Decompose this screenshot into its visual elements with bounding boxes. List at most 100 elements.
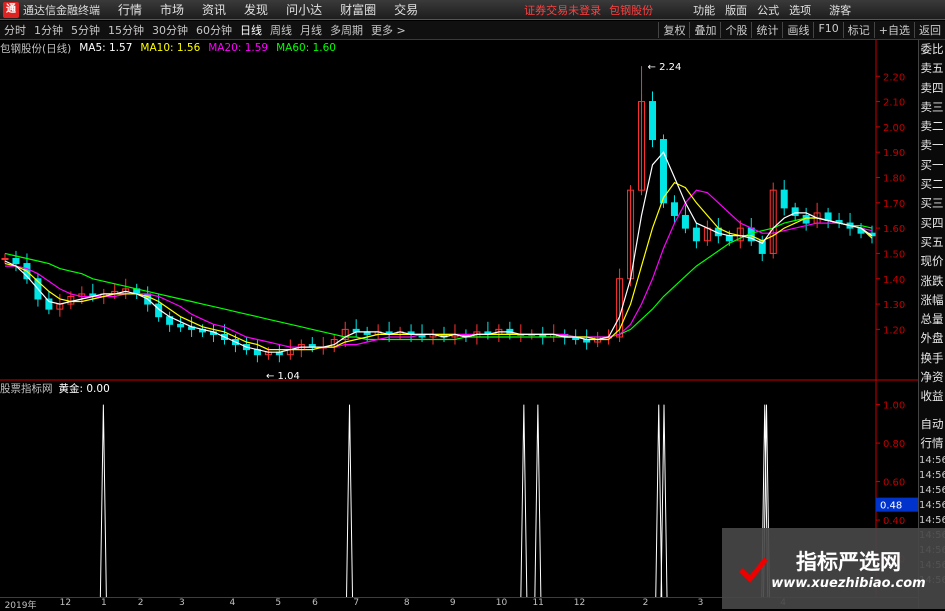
candle (824, 212, 832, 222)
adjust-button[interactable]: 复权 (658, 22, 689, 38)
period-more[interactable]: 更多 > (367, 22, 410, 38)
y-tick-label: 1.80 (883, 174, 905, 185)
period-multi[interactable]: 多周期 (326, 22, 367, 38)
menu-options[interactable]: 选项 (789, 2, 811, 18)
menu-layout[interactable]: 版面 (725, 2, 747, 18)
menu-market[interactable]: 市场 (160, 1, 184, 18)
menu-functions[interactable]: 功能 (693, 2, 715, 18)
candle (780, 189, 788, 209)
stock-button[interactable]: 个股 (720, 22, 751, 38)
ind-y-tick-label: 1.00 (883, 401, 905, 412)
menu-trade[interactable]: 交易 (394, 1, 418, 18)
watermark-check-icon (739, 557, 768, 583)
y-tick-label: 1.20 (883, 325, 905, 336)
overlay-button[interactable]: 叠加 (689, 22, 720, 38)
y-tick-label: 2.20 (883, 72, 905, 83)
ma5-line (4, 151, 873, 353)
menu-news[interactable]: 资讯 (202, 1, 226, 18)
y-tick-label: 1.50 (883, 249, 905, 260)
side-tab-10[interactable]: 买五 (919, 233, 945, 252)
date-label: 1 (100, 598, 107, 608)
side-tab-12[interactable]: 涨跌 (919, 272, 945, 291)
signal-spike (346, 404, 354, 597)
date-label: 3 (179, 598, 185, 608)
login-notice[interactable]: 证券交易未登录 (524, 2, 601, 18)
period-60min[interactable]: 60分钟 (192, 22, 236, 38)
date-label: 5 (275, 598, 282, 608)
ma10-value: MA10: 1.56 (140, 42, 201, 54)
date-label: 8 (403, 598, 410, 608)
side-tab-lower-1[interactable]: 行情 (919, 434, 945, 453)
period-30min[interactable]: 30分钟 (148, 22, 192, 38)
side-tab-3[interactable]: 卖三 (919, 98, 945, 117)
ind-y-tick-label: 0.80 (883, 439, 905, 450)
side-tab-11[interactable]: 现价 (919, 252, 945, 271)
period-tick[interactable]: 分时 (0, 22, 30, 38)
side-tab-1[interactable]: 卖五 (919, 59, 945, 78)
menu-ask-xiaoda[interactable]: 问小达 (286, 1, 322, 18)
ind-y-tick-label: 0.60 (883, 478, 905, 489)
mark-button[interactable]: 标记 (842, 22, 874, 38)
period-daily[interactable]: 日线 (236, 22, 266, 38)
side-tab-2[interactable]: 卖四 (919, 79, 945, 98)
candle (659, 139, 667, 204)
ma10-line (4, 181, 873, 351)
side-tab-6[interactable]: 买一 (919, 156, 945, 175)
side-tab-16[interactable]: 换手 (919, 349, 945, 368)
quote-side-panel: 委比 卖五 卖四 卖三 卖二 卖一 买一 买二 买三 买四 买五 现价 涨跌 涨幅 总量 外盘 换手 净资 收益自动… (918, 40, 945, 609)
signal-spike (655, 404, 663, 597)
side-tab-18[interactable]: 收益 (919, 387, 945, 406)
side-tab-13[interactable]: 涨幅 (919, 291, 945, 310)
period-5min[interactable]: 5分钟 (67, 22, 104, 38)
indicator-legend: 股票指标网 黄金: 0.00 (0, 381, 116, 395)
guest-user[interactable]: 游客 (829, 2, 851, 18)
side-tab-lower-0[interactable]: 自动 (919, 415, 945, 434)
app-logo: 通 (3, 1, 19, 18)
signal-spike (660, 404, 668, 597)
candle (649, 101, 657, 141)
side-tab-lower-6: 14:56 (919, 515, 945, 527)
date-label: 9 (449, 598, 456, 608)
side-tab-lower-5: 14:56 (919, 500, 945, 512)
candle (177, 323, 185, 328)
y-tick-label: 1.90 (883, 148, 905, 159)
menu-discover[interactable]: 发现 (244, 1, 268, 18)
period-monthly[interactable]: 月线 (296, 22, 326, 38)
side-tab-17[interactable]: 净资 (919, 368, 945, 387)
stats-button[interactable]: 统计 (751, 22, 782, 38)
side-tab-7[interactable]: 买二 (919, 175, 945, 194)
side-tab-14[interactable]: 总量 (919, 310, 945, 329)
date-label: 6 (312, 598, 318, 608)
menu-wealth-circle[interactable]: 财富圈 (340, 1, 376, 18)
current-stock-link[interactable]: 包钢股份 (609, 2, 653, 18)
stock-chart[interactable]: 1.20 1.30 1.40 1.50 1.60 1.70 1.80 1.90 2.00 2.10… (0, 40, 918, 597)
ma20-value: MA20: 1.59 (208, 42, 269, 54)
draw-line-button[interactable]: 画线 (782, 22, 813, 38)
period-15min[interactable]: 15分钟 (104, 22, 148, 38)
side-tab-8[interactable]: 买三 (919, 194, 945, 213)
side-tab-9[interactable]: 买四 (919, 214, 945, 233)
ind-y-tick-label: 0.40 (883, 516, 905, 527)
date-label: 2 (642, 598, 649, 608)
date-label: 3 (697, 598, 704, 608)
y-tick-label: 1.40 (883, 275, 905, 286)
side-tab-4[interactable]: 卖二 (919, 117, 945, 136)
app-title: 通达信金融终端 (23, 3, 100, 17)
side-tab-5[interactable]: 卖一 (919, 136, 945, 155)
back-button[interactable]: 返回 (914, 22, 945, 38)
ma5-value: MA5: 1.57 (79, 42, 133, 54)
add-watchlist-button[interactable]: +自选 (873, 22, 914, 38)
period-toolbar: 分时 1分钟 5分钟 15分钟 30分钟 60分钟 日线 周线 月线 多周期 更… (0, 21, 945, 40)
period-weekly[interactable]: 周线 (266, 22, 296, 38)
menu-quotes[interactable]: 行情 (118, 1, 142, 18)
period-1min[interactable]: 1分钟 (30, 22, 67, 38)
menu-formula[interactable]: 公式 (757, 2, 779, 18)
watermark-url: www.xuezhibiao.com (771, 576, 926, 591)
candle (45, 298, 53, 310)
f10-button[interactable]: F10 (813, 22, 842, 38)
date-label: 12 (59, 598, 72, 608)
side-tab-0[interactable]: 委比 (919, 40, 945, 59)
side-tab-15[interactable]: 外盘 (919, 329, 945, 348)
ma-legend: 包钢股份(日线) MA5: 1.57 MA10: 1.56 MA20: 1.59… (0, 41, 344, 55)
y-tick-label: 2.00 (883, 123, 905, 134)
